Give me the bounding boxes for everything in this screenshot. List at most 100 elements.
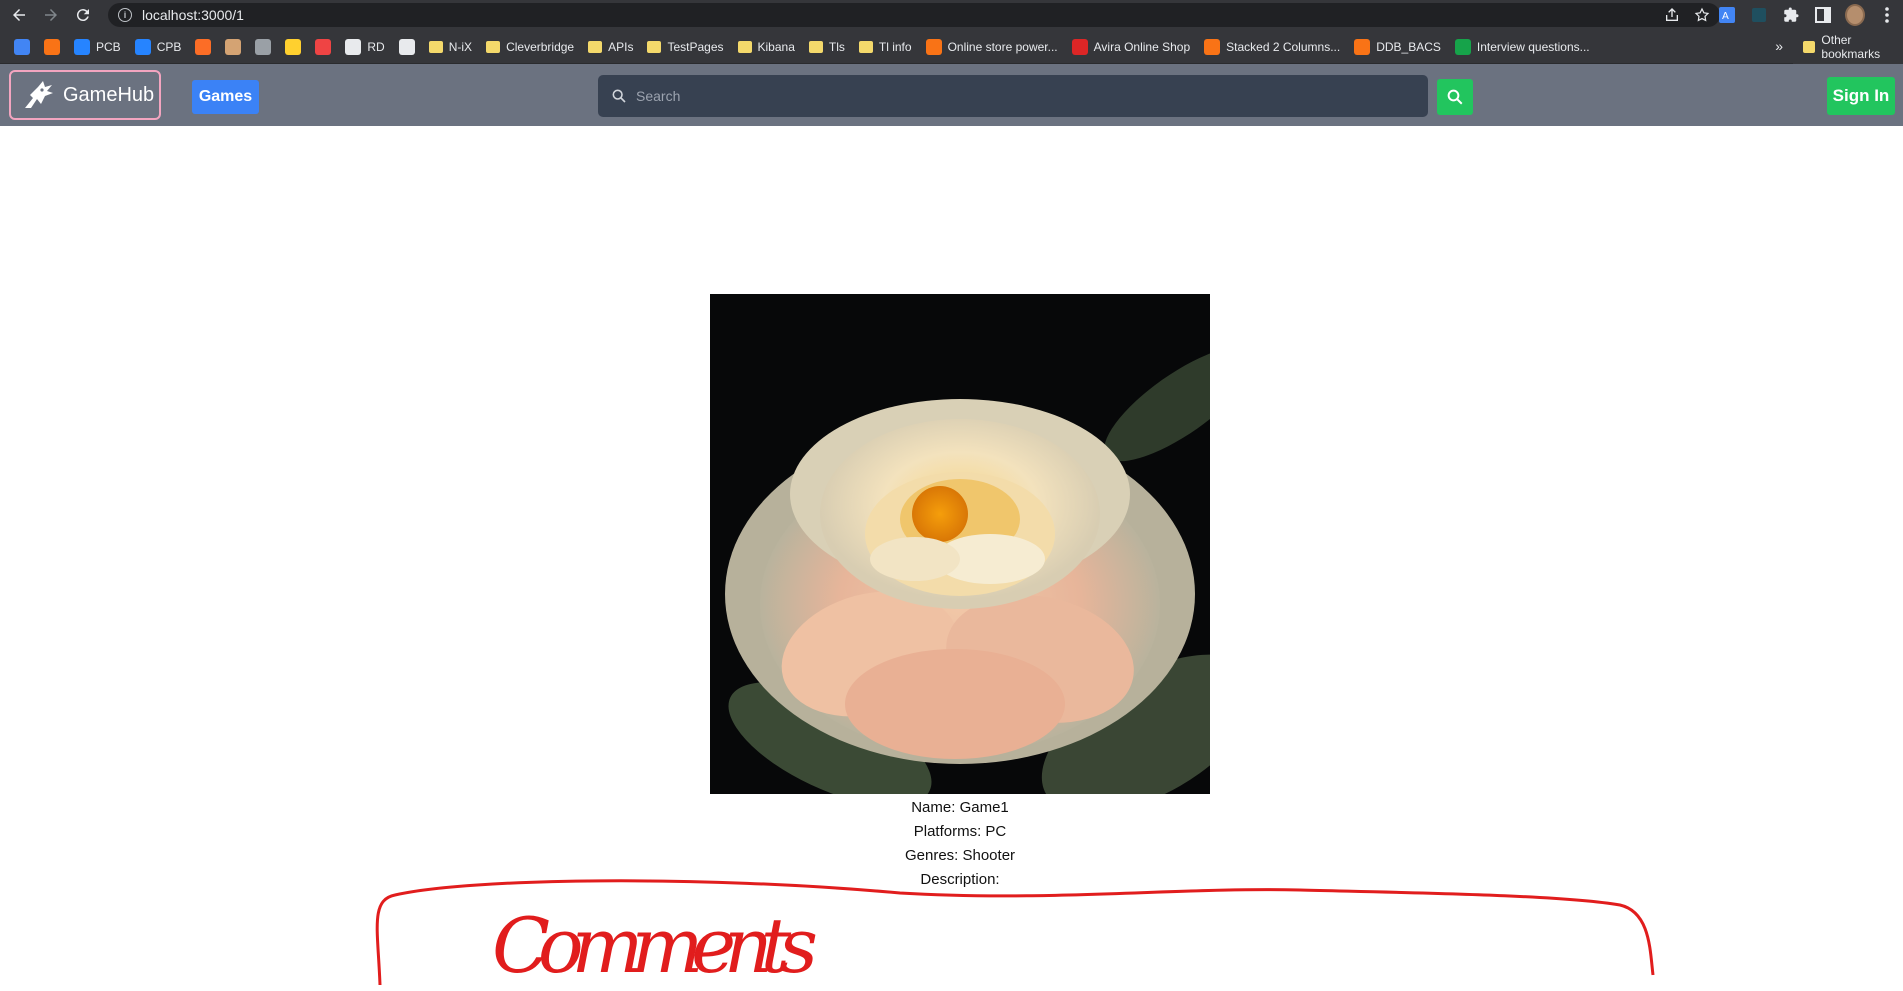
- bookmark-item[interactable]: [315, 35, 332, 59]
- browser-toolbar: i localhost:3000/1 A: [0, 0, 1903, 30]
- bookmark-label: CPB: [156, 39, 182, 54]
- reload-icon: [76, 9, 89, 22]
- game-name: Name: Game1: [911, 799, 1009, 816]
- bookmark-item[interactable]: [285, 35, 302, 59]
- bookmark-item[interactable]: N-iX: [428, 35, 473, 59]
- extension-icon[interactable]: [1749, 5, 1769, 25]
- folder-icon: [647, 40, 662, 53]
- bookmark-star-icon[interactable]: [1694, 7, 1710, 23]
- game-details: Name: Game1 Platforms: PC Genres: Shoote…: [710, 796, 1210, 892]
- swirl-icon: [925, 38, 942, 55]
- calendar-icon: [14, 38, 30, 55]
- gitlab-icon: [195, 38, 212, 55]
- games-nav-button[interactable]: Games: [192, 80, 259, 114]
- brand-logo-link[interactable]: GameHub: [9, 70, 161, 120]
- sheets-icon: [1454, 38, 1471, 55]
- game-platforms: Platforms: PC: [913, 823, 1007, 840]
- gamehub-logo-icon: [25, 81, 53, 108]
- bookmark-item[interactable]: [14, 35, 30, 59]
- address-url: localhost:3000/1: [142, 7, 244, 23]
- bookmark-item[interactable]: DDB_BACS: [1354, 35, 1441, 59]
- bookmark-label: Tl info: [878, 39, 912, 54]
- search-icon: [1447, 89, 1463, 105]
- bookmark-item[interactable]: Kibana: [737, 35, 795, 59]
- search-icon: [612, 89, 626, 103]
- bookmark-item[interactable]: CPB: [134, 35, 182, 59]
- sign-in-button[interactable]: Sign In: [1827, 77, 1895, 115]
- folder-icon: [428, 40, 443, 53]
- folder-icon: [486, 40, 501, 53]
- avira-icon: [1071, 38, 1088, 55]
- bookmarks-bar: PCB CPB RD N-iX Cleverbridge APIs TestPages Kib…: [0, 30, 1903, 64]
- flower-image: [710, 294, 1210, 794]
- bookmark-label: Stacked 2 Columns...: [1226, 39, 1341, 54]
- search-input[interactable]: [636, 88, 1396, 104]
- bookmark-label: Tls: [828, 39, 845, 54]
- annotation-comments-text: Comments: [492, 901, 818, 990]
- forward-arrow-icon: [45, 9, 57, 21]
- bookmark-item[interactable]: [195, 35, 212, 59]
- globe-icon: [345, 38, 362, 55]
- gear-icon: [398, 38, 415, 55]
- other-bookmarks-folder[interactable]: Other bookmarks: [1793, 30, 1903, 64]
- bookmark-item[interactable]: RD: [345, 35, 385, 59]
- jira-icon: [74, 38, 90, 55]
- bookmarks-overflow-button[interactable]: »: [1775, 38, 1783, 54]
- bookmark-label: RD: [367, 39, 385, 54]
- site-info-icon[interactable]: i: [118, 8, 132, 22]
- bookmark-item[interactable]: PCB: [74, 35, 121, 59]
- back-button[interactable]: [6, 2, 32, 28]
- bookmark-label: Interview questions...: [1476, 39, 1590, 54]
- search-bar[interactable]: [598, 75, 1428, 117]
- bookmark-item[interactable]: Interview questions...: [1454, 35, 1590, 59]
- swirl-icon: [1204, 38, 1221, 55]
- back-arrow-icon: [13, 9, 25, 21]
- folder-icon: [808, 40, 823, 53]
- reload-button[interactable]: [70, 2, 96, 28]
- chrome-menu-icon[interactable]: [1877, 5, 1897, 25]
- translate-extension-icon[interactable]: A: [1717, 5, 1737, 25]
- svg-text:A: A: [1722, 11, 1729, 22]
- app-navbar: GameHub Games Sign In: [0, 64, 1903, 126]
- side-panel-icon[interactable]: [1813, 5, 1833, 25]
- other-bookmarks-label: Other bookmarks: [1821, 33, 1881, 61]
- share-icon[interactable]: [1664, 7, 1680, 23]
- dots-icon: [315, 38, 332, 55]
- profile-avatar[interactable]: [1845, 4, 1865, 26]
- bookmark-item[interactable]: Cleverbridge: [486, 35, 574, 59]
- bookmark-label: Avira Online Shop: [1093, 39, 1191, 54]
- bookmark-item[interactable]: APIs: [588, 35, 633, 59]
- folder-icon: [588, 40, 603, 53]
- folder-icon: [858, 40, 873, 53]
- bookmark-item[interactable]: Stacked 2 Columns...: [1204, 35, 1340, 59]
- bookmark-item[interactable]: [398, 35, 415, 59]
- bookmark-label: N-iX: [448, 39, 473, 54]
- bookmark-item[interactable]: [44, 35, 60, 59]
- game-cover-image: [710, 294, 1210, 794]
- address-bar[interactable]: i localhost:3000/1: [108, 3, 1720, 27]
- bookmark-item[interactable]: Avira Online Shop: [1071, 35, 1191, 59]
- bookmark-item[interactable]: Online store power...: [925, 35, 1058, 59]
- bookmark-item[interactable]: Tls: [808, 35, 845, 59]
- forward-button[interactable]: [38, 2, 64, 28]
- miro-icon: [285, 38, 302, 55]
- person-icon: [225, 38, 242, 55]
- jira-icon: [134, 38, 151, 55]
- search-submit-button[interactable]: [1437, 79, 1473, 115]
- game-genres: Genres: Shooter: [904, 847, 1016, 864]
- swirl-icon: [1354, 38, 1371, 55]
- bookmark-item[interactable]: TestPages: [647, 35, 724, 59]
- extensions-puzzle-icon[interactable]: [1781, 5, 1801, 25]
- bookmark-label: DDB_BACS: [1376, 39, 1441, 54]
- bookmark-label: TestPages: [667, 39, 724, 54]
- bookmark-label: Online store power...: [947, 39, 1058, 54]
- folder-icon: [1803, 41, 1816, 53]
- bookmark-label: Kibana: [757, 39, 795, 54]
- bookmark-label: PCB: [96, 39, 121, 54]
- box-icon: [44, 38, 60, 55]
- bookmark-item[interactable]: [225, 35, 242, 59]
- bookmark-label: APIs: [608, 39, 634, 54]
- bookmark-label: Cleverbridge: [506, 39, 575, 54]
- bookmark-item[interactable]: [255, 35, 272, 59]
- bookmark-item[interactable]: Tl info: [858, 35, 912, 59]
